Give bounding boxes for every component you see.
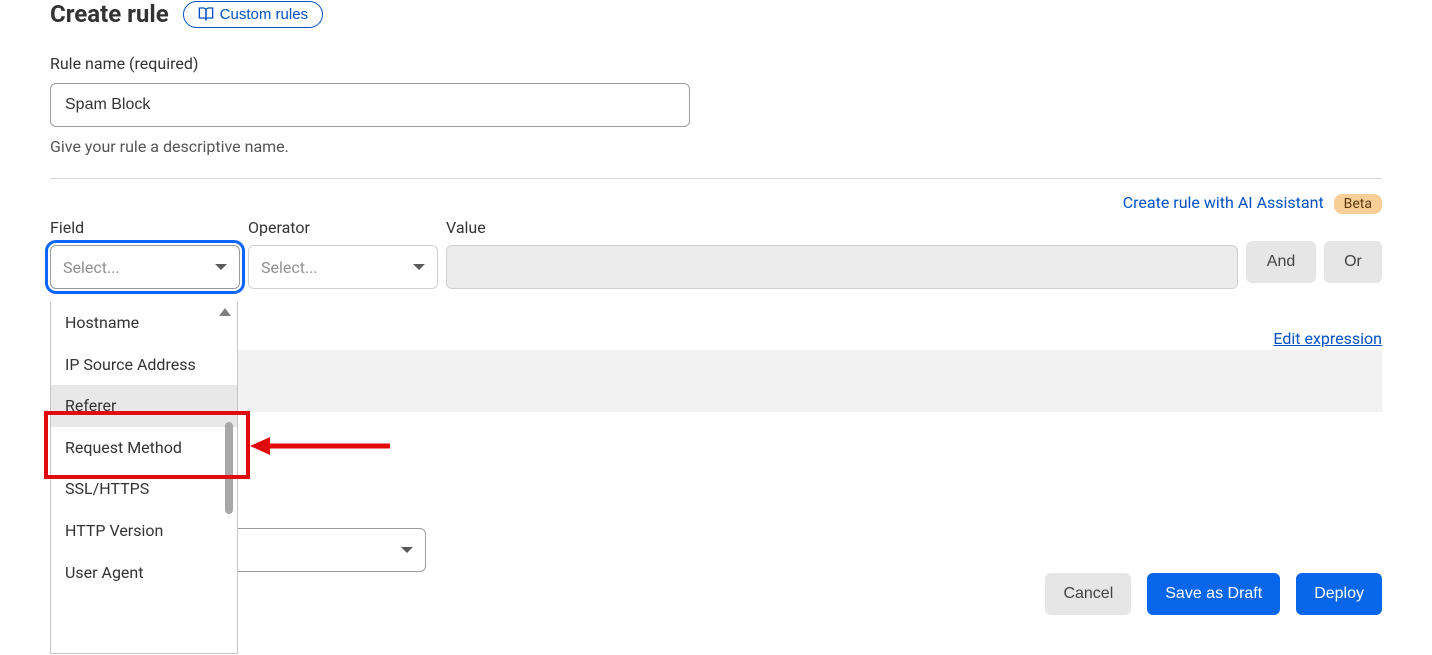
rule-name-helper: Give your rule a descriptive name.: [50, 137, 1382, 156]
chevron-down-icon: [401, 547, 413, 553]
annotation-arrow: [250, 434, 390, 458]
beta-badge: Beta: [1334, 194, 1382, 214]
dropdown-option-ssl-https[interactable]: SSL/HTTPS: [51, 468, 237, 510]
page-title: Create rule: [50, 0, 169, 28]
rule-name-label: Rule name (required): [50, 54, 1382, 73]
value-input[interactable]: [446, 245, 1238, 289]
chevron-down-icon: [413, 264, 425, 270]
dropdown-option-hostname[interactable]: Hostname: [51, 302, 237, 344]
dropdown-option-user-agent[interactable]: User Agent: [51, 552, 237, 594]
custom-rules-button[interactable]: Custom rules: [183, 1, 323, 28]
and-button[interactable]: And: [1246, 241, 1316, 283]
select-placeholder: Select...: [63, 258, 120, 277]
field-column-label: Field: [50, 218, 240, 237]
chevron-down-icon: [215, 264, 227, 270]
scroll-up-icon[interactable]: [219, 308, 231, 316]
dropdown-option-request-method[interactable]: Request Method: [51, 427, 237, 469]
dropdown-option-http-version[interactable]: HTTP Version: [51, 510, 237, 552]
value-column-label: Value: [446, 218, 1238, 237]
or-button[interactable]: Or: [1324, 241, 1382, 283]
dropdown-option-referer[interactable]: Referer: [51, 385, 237, 427]
save-as-draft-button[interactable]: Save as Draft: [1147, 573, 1280, 615]
operator-column-label: Operator: [248, 218, 438, 237]
select-placeholder: Select...: [261, 258, 318, 277]
cancel-button[interactable]: Cancel: [1045, 573, 1131, 615]
book-icon: [198, 6, 214, 22]
edit-expression-link[interactable]: Edit expression: [1273, 329, 1382, 348]
field-select-dropdown[interactable]: Hostname IP Source Address Referer Reque…: [50, 302, 238, 654]
ai-assistant-link[interactable]: Create rule with AI Assistant: [1123, 193, 1324, 212]
deploy-button[interactable]: Deploy: [1296, 573, 1382, 615]
rule-name-input[interactable]: [50, 83, 690, 127]
divider: [50, 178, 1382, 179]
custom-rules-label: Custom rules: [220, 6, 308, 23]
dropdown-option-ip-source-address[interactable]: IP Source Address: [51, 344, 237, 386]
expression-preview-band: [50, 350, 1382, 412]
operator-select[interactable]: Select...: [248, 245, 438, 289]
scrollbar-thumb[interactable]: [225, 422, 233, 514]
field-select[interactable]: Select...: [50, 245, 240, 289]
